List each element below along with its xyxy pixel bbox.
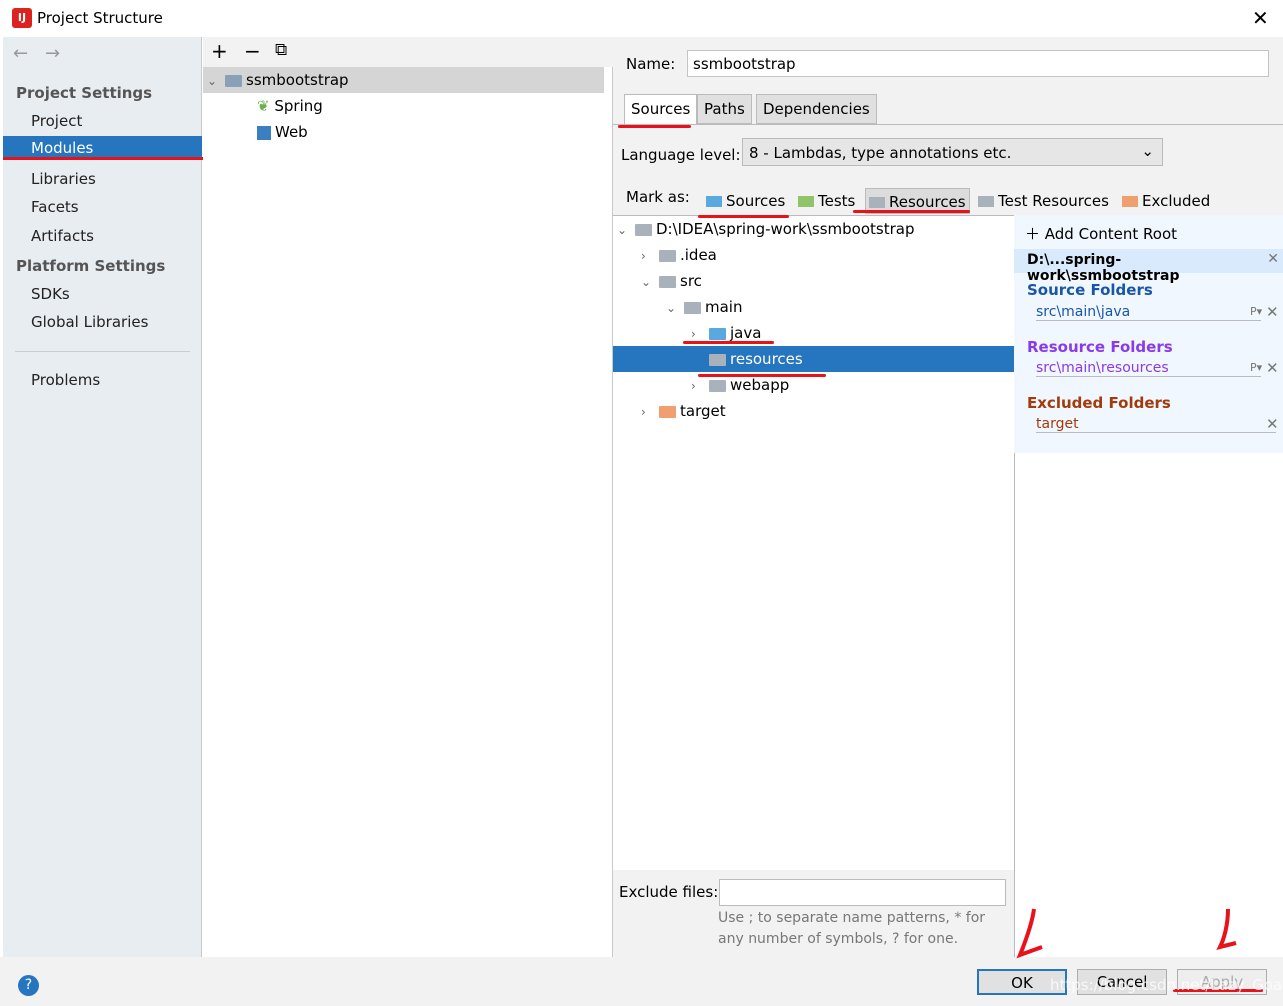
title-bar: IJ Project Structure ✕ xyxy=(0,0,1283,37)
tree-row-resources[interactable]: resources xyxy=(613,346,1014,372)
mark-sources-button[interactable]: Sources xyxy=(703,188,788,214)
test-resource-folder-icon xyxy=(978,196,994,207)
sidebar-item-artifacts[interactable]: Artifacts xyxy=(3,224,202,248)
back-icon[interactable]: ← xyxy=(13,43,28,64)
tree-row-java[interactable]: › java xyxy=(613,320,1014,346)
help-icon[interactable]: ? xyxy=(18,975,39,996)
close-icon[interactable]: ✕ xyxy=(1252,6,1269,30)
tree-row-root[interactable]: ⌄ D:\IDEA\spring-work\ssmbootstrap xyxy=(613,216,1014,242)
language-level-value: 8 - Lambdas, type annotations etc. xyxy=(749,144,1012,162)
mark-label: Test Resources xyxy=(998,192,1109,210)
content-root-path: D:\...spring-work\ssmbootstrap ✕ xyxy=(1014,249,1283,284)
module-label: ssmbootstrap xyxy=(246,71,349,89)
copy-icon[interactable]: ⧉ xyxy=(275,40,287,60)
name-input[interactable] xyxy=(687,50,1269,77)
exclude-hint: Use ; to separate name patterns, * for xyxy=(718,910,986,926)
divider xyxy=(613,124,1283,125)
language-level-select[interactable]: 8 - Lambdas, type annotations etc. ⌄ xyxy=(742,138,1163,166)
annotation-underline xyxy=(3,157,205,160)
tree-row-idea[interactable]: › .idea xyxy=(613,242,1014,268)
source-folders-heading: Source Folders xyxy=(1027,281,1153,299)
mark-label: Excluded xyxy=(1142,192,1211,210)
divider xyxy=(15,351,190,352)
name-label: Name: xyxy=(626,55,676,73)
resource-folder-item: src\main\resources xyxy=(1036,360,1261,377)
mark-test-resources-button[interactable]: Test Resources xyxy=(975,188,1112,214)
sidebar-item-project[interactable]: Project xyxy=(3,109,202,133)
chevron-down-icon: ⌄ xyxy=(1141,142,1154,160)
module-icon xyxy=(225,74,242,87)
remove-root-icon[interactable]: ✕ xyxy=(1267,251,1279,267)
mark-label: Sources xyxy=(726,192,786,210)
facet-row-web[interactable]: Web xyxy=(203,119,604,145)
excluded-folder-icon xyxy=(1122,196,1138,207)
facet-row-spring[interactable]: ❦ Spring xyxy=(203,93,604,119)
remove-icon[interactable]: ✕ xyxy=(1266,359,1279,377)
facet-label: Web xyxy=(275,123,308,141)
folder-tree: ⌄ D:\IDEA\spring-work\ssmbootstrap › .idea… xyxy=(613,215,1014,870)
excluded-folders-heading: Excluded Folders xyxy=(1027,394,1171,412)
tree-row-src[interactable]: ⌄ src xyxy=(613,268,1014,294)
sidebar-item-problems[interactable]: Problems xyxy=(3,368,202,392)
resource-folder-icon xyxy=(869,197,885,208)
tree-row-main[interactable]: ⌄ main xyxy=(613,294,1014,320)
sidebar: ← → Project Settings Project Modules Lib… xyxy=(3,37,202,957)
project-settings-heading: Project Settings xyxy=(16,84,153,102)
language-level-label: Language level: xyxy=(621,146,741,164)
sidebar-item-sdks[interactable]: SDKs xyxy=(3,282,202,306)
source-folder-icon xyxy=(706,196,722,207)
test-folder-icon xyxy=(798,196,814,207)
add-icon[interactable]: + xyxy=(211,39,228,63)
exclude-files-input[interactable] xyxy=(719,879,1006,906)
tree-row-target[interactable]: › target xyxy=(613,398,1014,424)
window-title: Project Structure xyxy=(37,9,163,27)
mark-label: Resources xyxy=(889,193,966,211)
resource-folders-heading: Resource Folders xyxy=(1027,338,1173,356)
mark-label: Tests xyxy=(818,192,856,210)
modules-toolbar: + − ⧉ xyxy=(203,37,613,67)
tab-paths[interactable]: Paths xyxy=(697,94,752,124)
sidebar-item-libraries[interactable]: Libraries xyxy=(3,167,202,191)
annotation-arrow-apply xyxy=(1216,908,1237,950)
properties-icon[interactable]: P▾ xyxy=(1250,305,1262,318)
remove-icon[interactable]: ✕ xyxy=(1266,415,1279,433)
properties-icon[interactable]: P▾ xyxy=(1250,361,1262,374)
mark-tests-button[interactable]: Tests xyxy=(795,188,858,214)
remove-icon[interactable]: − xyxy=(244,39,261,63)
web-icon xyxy=(257,125,271,140)
module-row[interactable]: ⌄ ssmbootstrap xyxy=(203,67,604,93)
mark-excluded-button[interactable]: Excluded xyxy=(1119,188,1213,214)
exclude-hint: any number of symbols, ? for one. xyxy=(718,931,959,947)
mark-as-label: Mark as: xyxy=(626,188,690,206)
remove-icon[interactable]: ✕ xyxy=(1266,303,1279,321)
tab-sources[interactable]: Sources xyxy=(624,94,698,124)
sidebar-item-facets[interactable]: Facets xyxy=(3,195,202,219)
forward-icon[interactable]: → xyxy=(45,43,60,64)
add-content-root-button[interactable]: ＋ Add Content Root xyxy=(1025,223,1177,244)
annotation-arrow-ok xyxy=(1016,908,1043,959)
content-root-panel: ＋ Add Content Root D:\...spring-work\ssm… xyxy=(1014,215,1283,453)
spring-leaf-icon: ❦ xyxy=(257,97,270,115)
module-details: Name: Sources Paths Dependencies Languag… xyxy=(613,37,1283,957)
excluded-folder-item: target xyxy=(1036,416,1276,433)
source-folder-item: src\main\java xyxy=(1036,304,1261,321)
content-root-empty xyxy=(1014,453,1283,957)
sidebar-item-global-libraries[interactable]: Global Libraries xyxy=(3,310,202,334)
exclude-files-label: Exclude files: xyxy=(619,883,719,901)
platform-settings-heading: Platform Settings xyxy=(16,257,166,275)
modules-panel: + − ⧉ ⌄ ssmbootstrap ❦ Spring Web xyxy=(203,37,613,957)
watermark: https://blog.csdn.net/Lazy_Goat xyxy=(1050,976,1283,994)
tab-dependencies[interactable]: Dependencies xyxy=(756,94,877,124)
intellij-logo-icon: IJ xyxy=(12,8,32,28)
facet-label: Spring xyxy=(274,97,323,115)
